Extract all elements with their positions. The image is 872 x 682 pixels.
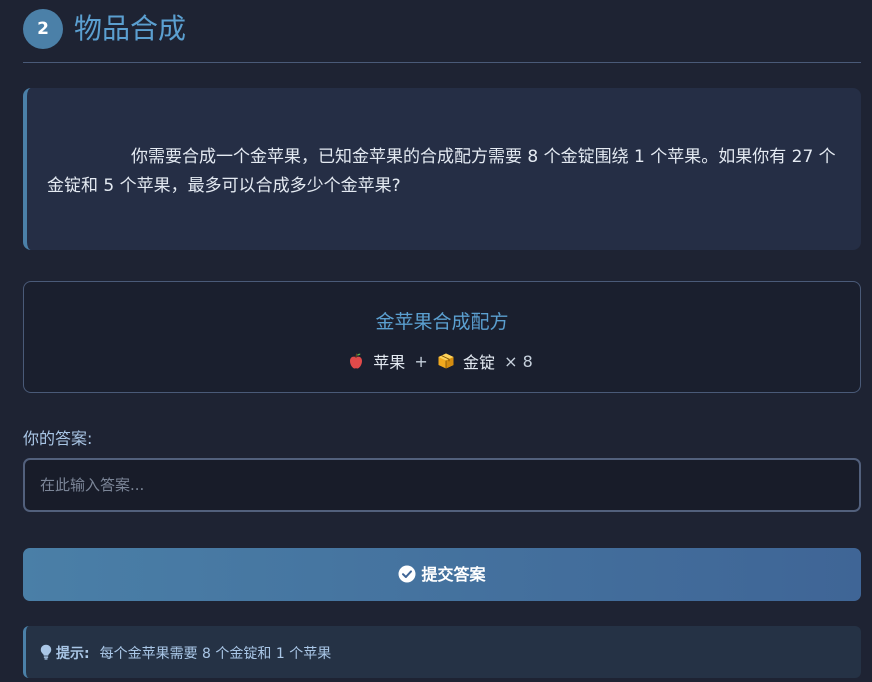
submit-answer-button[interactable]: 提交答案	[23, 548, 861, 601]
recipe-formula: 苹果 + 金锭 × 8	[24, 349, 860, 373]
hint-box: 提示: 每个金苹果需要 8 个金锭和 1 个苹果	[23, 626, 861, 678]
hint-text: 每个金苹果需要 8 个金锭和 1 个苹果	[99, 646, 332, 662]
ingredient-apple-label: 苹果	[373, 353, 406, 372]
apple-icon	[350, 353, 363, 369]
lightbulb-icon	[40, 644, 52, 660]
step-badge: 2	[23, 9, 63, 49]
check-circle-icon	[398, 565, 416, 582]
question-card: 你需要合成一个金苹果，已知金苹果的合成配方需要 8 个金锭围绕 1 个苹果。如果…	[23, 88, 861, 250]
recipe-title: 金苹果合成配方	[375, 311, 509, 333]
recipe-card: 金苹果合成配方 苹果 + 金锭 × 8	[23, 281, 861, 393]
hint-content: 提示: 每个金苹果需要 8 个金锭和 1 个苹果	[40, 643, 331, 663]
answer-input[interactable]	[23, 458, 861, 512]
hint-label: 提示:	[56, 646, 90, 662]
question-text: 你需要合成一个金苹果，已知金苹果的合成配方需要 8 个金锭围绕 1 个苹果。如果…	[47, 147, 836, 196]
answer-label: 你的答案:	[23, 429, 93, 448]
plus-sign: +	[414, 351, 428, 371]
page-title: 物品合成	[74, 12, 187, 45]
quantity-multiplier: × 8	[504, 351, 533, 371]
page: 2 物品合成 你需要合成一个金苹果，已知金苹果的合成配方需要 8 个金锭围绕 1…	[0, 0, 872, 682]
submit-button-label: 提交答案	[421, 565, 486, 584]
section-header: 2 物品合成	[23, 8, 861, 63]
gold-ingot-icon	[438, 353, 454, 369]
ingredient-gold-label: 金锭	[463, 353, 496, 372]
